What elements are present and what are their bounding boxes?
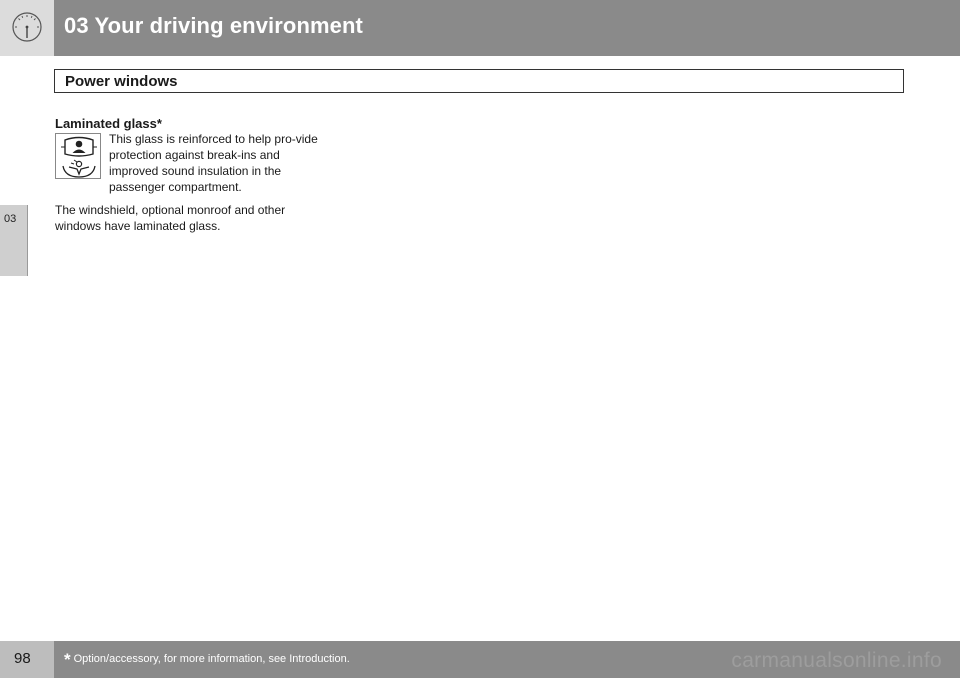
header-bar: 03 Your driving environment bbox=[0, 0, 960, 56]
footnote-text: Option/accessory, for more information, … bbox=[73, 653, 350, 665]
header-icon-box bbox=[0, 0, 54, 56]
speedometer-icon bbox=[12, 12, 42, 42]
footer-bar: 98 * Option/accessory, for more informati… bbox=[0, 641, 960, 678]
side-tab-label: 03 bbox=[4, 213, 17, 225]
laminated-glass-icon bbox=[55, 133, 101, 179]
chapter-title: 03 Your driving environment bbox=[64, 13, 363, 38]
paragraph-windows: The windshield, optional monroof and oth… bbox=[55, 203, 286, 233]
chapter-side-tab: 03 bbox=[0, 205, 28, 276]
page-number: 98 bbox=[14, 650, 31, 667]
subheading: Laminated glass* bbox=[55, 116, 162, 131]
page-number-box: 98 bbox=[0, 641, 54, 678]
watermark: carmanualsonline.info bbox=[731, 649, 942, 672]
footnote: * Option/accessory, for more information,… bbox=[64, 650, 350, 670]
section-title: Power windows bbox=[65, 73, 178, 90]
paragraph-laminated-glass: This glass is reinforced to help pro-vid… bbox=[109, 132, 318, 194]
section-header: Power windows bbox=[54, 69, 904, 93]
footnote-marker: * bbox=[64, 650, 71, 669]
